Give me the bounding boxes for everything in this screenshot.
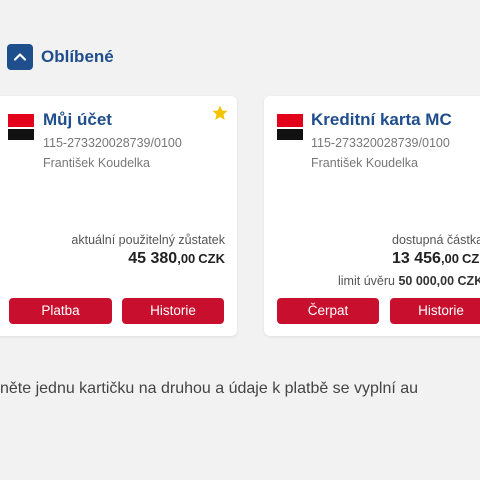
section-title: Oblíbené xyxy=(41,47,114,66)
drag-hint-text: něte jednu kartičku na druhou a údaje k … xyxy=(0,380,419,397)
balance-integer: 45 380 xyxy=(128,250,178,267)
history-button[interactable]: Historie xyxy=(390,298,480,324)
account-owner: František Koudelka xyxy=(311,156,419,170)
bank-logo-icon xyxy=(277,114,303,140)
balance-currency: CZK xyxy=(462,251,480,266)
balance-value: 13 456,00CZK xyxy=(392,250,480,268)
collapse-button[interactable] xyxy=(7,44,33,70)
balance-decimal: ,00 xyxy=(177,251,196,266)
balance-currency: CZK xyxy=(198,251,225,266)
balance-integer: 13 456 xyxy=(392,250,441,267)
star-icon[interactable] xyxy=(211,104,229,122)
history-button[interactable]: Historie xyxy=(122,298,224,324)
account-number: 115-273320028739/0100 xyxy=(43,136,182,150)
card-title[interactable]: Kreditní karta MC xyxy=(311,110,452,130)
balance-label: aktuální použitelný zůstatek xyxy=(71,233,225,247)
account-card-credit-card[interactable]: Kreditní karta MC 115-273320028739/0100 … xyxy=(264,96,480,336)
account-owner: František Koudelka xyxy=(43,156,151,170)
limit-label: limit úvěru xyxy=(338,274,395,288)
bank-logo-icon xyxy=(8,114,34,140)
account-number: 115-273320028739/0100 xyxy=(311,136,450,150)
chevron-up-icon xyxy=(13,53,27,61)
credit-limit: limit úvěru 50 000,00 CZK xyxy=(338,274,480,288)
payment-button[interactable]: Platba xyxy=(9,298,112,324)
balance-decimal: ,00 xyxy=(440,251,460,266)
balance-label: dostupná částka xyxy=(392,233,480,247)
favorites-header: Oblíbené xyxy=(7,44,114,70)
limit-value: 50 000,00 CZK xyxy=(398,274,480,288)
draw-button[interactable]: Čerpat xyxy=(277,298,379,324)
card-title[interactable]: Můj účet xyxy=(43,110,112,130)
account-card-muj-ucet[interactable]: Můj účet 115-273320028739/0100 František… xyxy=(0,96,237,336)
balance-value: 45 380,00 CZK xyxy=(128,250,225,268)
